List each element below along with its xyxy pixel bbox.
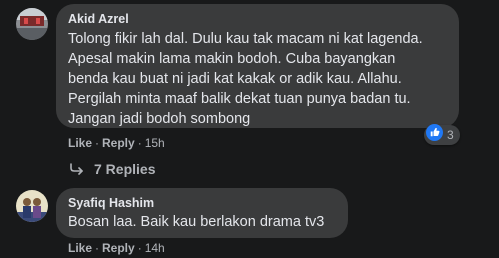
separator-dot: · [137, 136, 142, 150]
separator-dot: · [95, 136, 100, 150]
comment-text: Bosan laa. Baik kau berlakon drama tv3 [68, 212, 324, 232]
comment-line: Tolong fikir lah dal. Dulu kau tak macam… [68, 31, 423, 47]
view-replies-label: 7 Replies [94, 161, 156, 177]
timestamp[interactable]: 15h [145, 136, 165, 150]
comment-author[interactable]: Syafiq Hashim [68, 196, 154, 210]
comment-author[interactable]: Akid Azrel [68, 12, 129, 26]
comment-line: Apesal makin lama makin bodoh. Cuba baya… [68, 51, 396, 67]
avatar[interactable] [16, 190, 48, 222]
comment-actions: Like · Reply · 14h [68, 241, 165, 255]
like-thumb-icon [426, 124, 443, 146]
comment-text: Tolong fikir lah dal. Dulu kau tak macam… [68, 29, 423, 129]
timestamp[interactable]: 14h [145, 241, 165, 255]
reply-arrow-icon [70, 163, 83, 175]
reply-button[interactable]: Reply [102, 241, 135, 255]
separator-dot: · [137, 241, 142, 255]
comment-line: Bosan laa. Baik kau berlakon drama tv3 [68, 214, 325, 230]
comment-line: Jangan jadi bodoh sombong [68, 111, 251, 127]
comment-actions: Like · Reply · 15h [68, 136, 165, 150]
reaction-count-number: 3 [447, 128, 454, 142]
like-button[interactable]: Like [68, 241, 92, 255]
like-button[interactable]: Like [68, 136, 92, 150]
comment-line: Pergilah minta maaf balik dekat tuan pun… [68, 91, 411, 107]
reply-button[interactable]: Reply [102, 136, 135, 150]
separator-dot: · [95, 241, 100, 255]
view-replies-button[interactable]: 7 Replies [70, 161, 155, 177]
reaction-count[interactable]: 3 [424, 124, 460, 146]
avatar[interactable] [16, 8, 48, 40]
comment-line: benda kau buat ni jadi kat kakak or adik… [68, 71, 402, 87]
